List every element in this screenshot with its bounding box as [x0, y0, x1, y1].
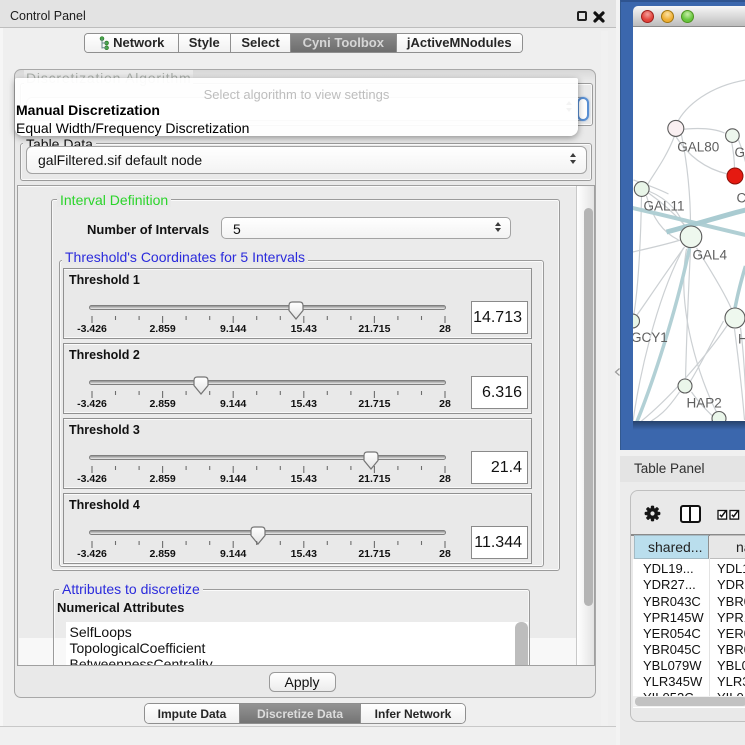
svg-text:HAP2: HAP2 — [686, 396, 721, 411]
svg-text:GCY1: GCY1 — [633, 330, 668, 345]
svg-text:GAL11: GAL11 — [643, 199, 684, 214]
svg-text:GA: GA — [734, 145, 745, 160]
svg-text:GAL80: GAL80 — [677, 140, 719, 155]
svg-text:CY: CY — [736, 191, 745, 206]
svg-text:GAL4: GAL4 — [692, 247, 727, 262]
svg-text:H: H — [738, 332, 745, 347]
